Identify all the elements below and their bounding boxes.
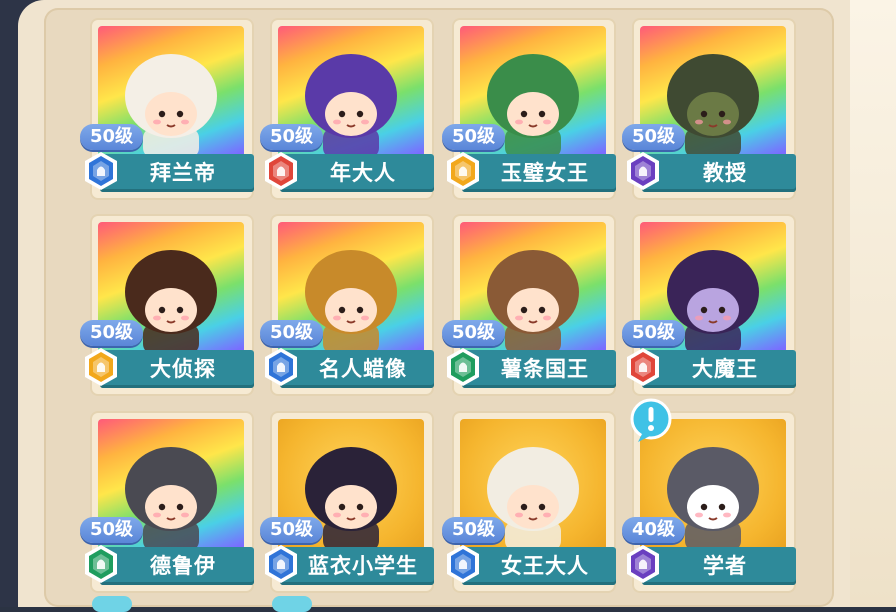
nameplate: 玉璧女王 — [462, 154, 616, 192]
nameplate: 德鲁伊 — [100, 547, 254, 585]
level-pill: 50级 — [442, 320, 506, 346]
rank-badge-icon — [447, 545, 479, 583]
rank-badge-icon — [447, 152, 479, 190]
character-name: 德鲁伊 — [150, 554, 216, 578]
rank-badge-icon — [85, 545, 117, 583]
character-card[interactable]: 教授 50级 — [622, 12, 806, 202]
rank-badge-icon — [627, 152, 659, 190]
character-name: 年大人 — [330, 161, 396, 185]
nameplate: 薯条国王 — [462, 350, 616, 388]
level-pill: 50级 — [260, 320, 324, 346]
character-name: 大侦探 — [150, 357, 216, 381]
rank-badge-icon — [85, 348, 117, 386]
character-name: 女王大人 — [501, 554, 589, 578]
level-pill: 50级 — [622, 124, 686, 150]
character-name: 教授 — [703, 161, 747, 185]
character-card[interactable]: 蓝衣小学生 50级 — [260, 405, 444, 595]
level-pill: 50级 — [80, 320, 144, 346]
level-pill: 50级 — [442, 124, 506, 150]
level-pill: 50级 — [80, 517, 144, 543]
character-name: 玉璧女王 — [501, 161, 589, 185]
exclamation-bubble-icon[interactable] — [628, 398, 674, 444]
next-row-badge-peek — [92, 596, 132, 612]
nameplate: 学者 — [642, 547, 796, 585]
nameplate: 蓝衣小学生 — [280, 547, 434, 585]
next-row-badge-peek — [272, 596, 312, 612]
rank-badge-icon — [265, 152, 297, 190]
character-card[interactable]: 大侦探 50级 — [80, 208, 264, 398]
rank-badge-icon — [627, 545, 659, 583]
rank-badge-icon — [627, 348, 659, 386]
level-pill: 40级 — [622, 517, 686, 543]
character-card[interactable]: 拜兰帝 50级 — [80, 12, 264, 202]
character-name: 拜兰帝 — [150, 161, 216, 185]
nameplate: 拜兰帝 — [100, 154, 254, 192]
character-card[interactable]: 玉璧女王 50级 — [442, 12, 626, 202]
rank-badge-icon — [265, 348, 297, 386]
character-name: 学者 — [703, 554, 747, 578]
character-card[interactable]: 名人蜡像 50级 — [260, 208, 444, 398]
rank-badge-icon — [265, 545, 297, 583]
character-card[interactable]: 女王大人 50级 — [442, 405, 626, 595]
character-name: 薯条国王 — [501, 357, 589, 381]
character-name: 蓝衣小学生 — [308, 554, 418, 578]
nameplate: 大侦探 — [100, 350, 254, 388]
nameplate: 教授 — [642, 154, 796, 192]
rank-badge-icon — [447, 348, 479, 386]
nameplate: 名人蜡像 — [280, 350, 434, 388]
level-pill: 50级 — [442, 517, 506, 543]
character-card[interactable]: 德鲁伊 50级 — [80, 405, 264, 595]
character-name: 名人蜡像 — [319, 357, 407, 381]
level-pill: 50级 — [260, 517, 324, 543]
character-card[interactable]: 年大人 50级 — [260, 12, 444, 202]
character-name: 大魔王 — [692, 357, 758, 381]
character-card[interactable]: 大魔王 50级 — [622, 208, 806, 398]
level-pill: 50级 — [260, 124, 324, 150]
nameplate: 女王大人 — [462, 547, 616, 585]
nameplate: 年大人 — [280, 154, 434, 192]
panel-page-edge — [850, 0, 896, 607]
nameplate: 大魔王 — [642, 350, 796, 388]
rank-badge-icon — [85, 152, 117, 190]
level-pill: 50级 — [622, 320, 686, 346]
character-card[interactable]: 薯条国王 50级 — [442, 208, 626, 398]
level-pill: 50级 — [80, 124, 144, 150]
